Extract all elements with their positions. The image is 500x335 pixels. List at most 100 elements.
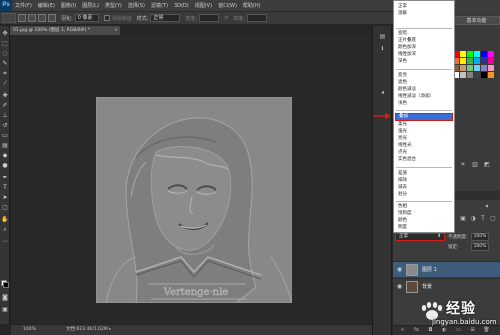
blend-option[interactable]: 划分 xyxy=(398,192,407,198)
filter-shape-icon[interactable]: ▢ xyxy=(489,215,497,223)
menu-layer[interactable]: 图层(L) xyxy=(79,2,102,9)
filter-adjust-icon[interactable]: ◑ xyxy=(469,215,477,223)
swatch-cyan[interactable] xyxy=(474,51,480,57)
blend-option[interactable]: 颜色 xyxy=(398,218,407,224)
filter-type-icon[interactable]: T xyxy=(479,215,487,223)
intersect-selection-icon[interactable] xyxy=(48,14,56,22)
swatch-gray[interactable] xyxy=(467,72,473,78)
more-tools-icon[interactable]: ⋯ xyxy=(1,238,9,246)
close-tab-icon[interactable]: × xyxy=(114,26,118,35)
layer-row-background[interactable]: ◉ 背景 xyxy=(393,278,500,294)
blend-option[interactable]: 变亮 xyxy=(398,73,407,79)
swatch-green[interactable] xyxy=(467,51,473,57)
gradient-tool-icon[interactable]: ▤ xyxy=(1,142,9,150)
history-panel-icon[interactable]: ▤ xyxy=(378,32,387,41)
feather-input[interactable]: 0 像素 xyxy=(74,14,99,22)
image-canvas[interactable]: Vertenge·nle xyxy=(96,97,292,303)
swap-icon[interactable]: ⇄ xyxy=(224,15,228,21)
blend-option[interactable]: 亮光 xyxy=(398,136,407,142)
swatch-navy[interactable] xyxy=(481,58,487,64)
fill-input[interactable]: 100% xyxy=(471,243,489,251)
menu-file[interactable]: 文件(F) xyxy=(12,2,35,9)
pen-tool-icon[interactable]: ✒ xyxy=(1,174,9,182)
blend-option[interactable]: 颜色减淡 xyxy=(398,87,416,93)
new-selection-icon[interactable] xyxy=(18,14,26,22)
layer-row-layer1[interactable]: ◉ 图层 1 xyxy=(393,261,500,277)
marquee-tool-icon[interactable]: ⬚ xyxy=(1,40,9,48)
clone-stamp-tool-icon[interactable]: ⊥ xyxy=(1,112,9,120)
width-input[interactable] xyxy=(199,14,220,22)
visibility-eye-icon[interactable]: ◉ xyxy=(396,266,403,273)
blend-option[interactable]: 饱和度 xyxy=(398,211,412,217)
style-select[interactable]: 正常 xyxy=(150,14,181,22)
visibility-eye-icon[interactable]: ◉ xyxy=(396,283,403,290)
zoom-level[interactable]: 100% xyxy=(23,325,36,335)
blend-option[interactable]: 点光 xyxy=(398,150,407,156)
adjustment-curves-icon[interactable]: ◩ xyxy=(483,161,491,169)
eyedropper-tool-icon[interactable]: ⁄ xyxy=(1,80,9,88)
swatch-lavender[interactable] xyxy=(481,65,487,71)
lasso-tool-icon[interactable]: ◌ xyxy=(1,50,9,58)
blend-option[interactable]: 颜色加深 xyxy=(398,45,416,51)
collapse-icon[interactable]: ◂ xyxy=(378,88,387,97)
dodge-tool-icon[interactable]: ● xyxy=(1,162,9,170)
swatch-rose[interactable] xyxy=(488,65,494,71)
menu-window[interactable]: 窗口(W) xyxy=(215,2,240,9)
document-tab[interactable]: 01.jpg @ 100% (图层 1, RGB/8#) * × xyxy=(10,26,120,35)
blend-option-overlay-highlighted[interactable]: 叠加 xyxy=(395,113,453,121)
layer-filter-icon[interactable]: ▾ xyxy=(483,203,491,211)
blend-option[interactable]: 排除 xyxy=(398,178,407,184)
blend-option[interactable]: 明度 xyxy=(398,225,407,231)
swatch-dark-gray[interactable] xyxy=(474,72,480,78)
opacity-input[interactable]: 100% xyxy=(471,233,489,241)
swatch-leaf[interactable] xyxy=(467,58,473,64)
blend-option[interactable]: 减去 xyxy=(398,185,407,191)
adjustment-brightness-icon[interactable]: ☀ xyxy=(459,161,467,169)
swatch-blue[interactable] xyxy=(481,51,487,57)
swatch-pink[interactable] xyxy=(488,58,494,64)
swatch-light-blue[interactable] xyxy=(474,65,480,71)
quick-select-tool-icon[interactable]: ✎ xyxy=(1,60,9,68)
type-tool-icon[interactable]: T xyxy=(1,184,9,192)
hand-tool-icon[interactable]: ✋ xyxy=(1,216,9,224)
background-color-swatch[interactable] xyxy=(3,282,9,288)
blend-option[interactable]: 强光 xyxy=(398,129,407,135)
blend-option[interactable]: 柔光 xyxy=(398,122,407,128)
swatch-lemon[interactable] xyxy=(460,58,466,64)
blend-option[interactable]: 差值 xyxy=(398,171,407,177)
menu-view[interactable]: 视图(V) xyxy=(192,2,215,9)
height-input[interactable] xyxy=(246,14,267,22)
menu-image[interactable]: 图像(I) xyxy=(58,2,79,9)
shape-tool-icon[interactable]: ▢ xyxy=(1,204,9,212)
status-menu-arrow-icon[interactable]: ▸ xyxy=(109,325,111,335)
menu-type[interactable]: 类型(Y) xyxy=(102,2,125,9)
screen-mode-icon[interactable]: ▣ xyxy=(1,306,9,314)
crop-tool-icon[interactable]: ⌗ xyxy=(1,70,9,78)
swatch-tan[interactable] xyxy=(460,65,466,71)
blend-option[interactable]: 溶解 xyxy=(398,11,407,17)
adjustment-levels-icon[interactable]: ▥ xyxy=(471,161,479,169)
path-select-tool-icon[interactable]: ➤ xyxy=(1,194,9,202)
swatch-amber[interactable] xyxy=(488,72,494,78)
eraser-tool-icon[interactable]: ▭ xyxy=(1,132,9,140)
link-layers-icon[interactable]: ∞ xyxy=(399,327,406,334)
blend-option[interactable]: 深色 xyxy=(398,59,407,65)
properties-panel-icon[interactable]: ℹ xyxy=(378,44,387,53)
menu-filter[interactable]: 滤镜(T) xyxy=(148,2,171,9)
blend-option[interactable]: 实色混合 xyxy=(398,157,416,163)
blend-option[interactable]: 线性加深 xyxy=(398,52,416,58)
swatch-black[interactable] xyxy=(481,72,487,78)
blend-option[interactable]: 线性减淡（添加） xyxy=(398,94,434,100)
zoom-tool-icon[interactable]: ⌕ xyxy=(1,226,9,234)
blend-option[interactable]: 正常 xyxy=(398,4,407,10)
menu-help[interactable]: 帮助(H) xyxy=(240,2,264,9)
workspace-switcher[interactable]: 基本功能 xyxy=(453,16,500,25)
swatch-silver[interactable] xyxy=(460,72,466,78)
menu-edit[interactable]: 编辑(E) xyxy=(35,2,58,9)
blend-option[interactable]: 正片叠底 xyxy=(398,38,416,44)
blur-tool-icon[interactable]: ◆ xyxy=(1,152,9,160)
blend-option[interactable]: 变暗 xyxy=(398,31,407,37)
swatch-magenta[interactable] xyxy=(488,51,494,57)
menu-select[interactable]: 选择(S) xyxy=(125,2,148,9)
blend-option[interactable]: 浅色 xyxy=(398,101,407,107)
